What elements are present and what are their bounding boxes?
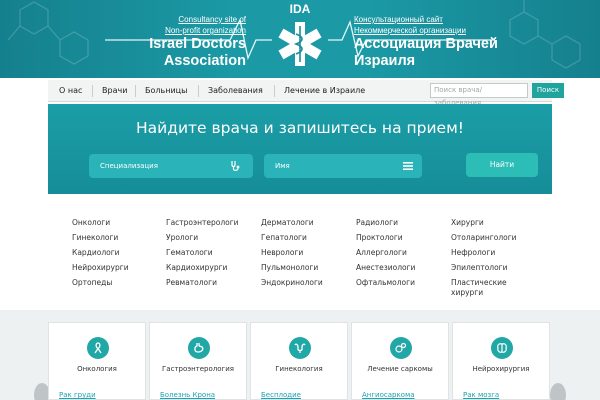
nav-item-doctors[interactable]: Врачи <box>102 80 127 102</box>
specialty-link[interactable]: Неврологи <box>261 248 303 258</box>
specialty-link[interactable]: Пластические <box>451 278 507 288</box>
nav-divider <box>135 85 136 97</box>
card-link[interactable]: Ангиосаркома <box>362 391 415 399</box>
english-subtitle-line2[interactable]: Non-profit organization <box>120 25 246 36</box>
specialty-link[interactable]: Аллергологи <box>356 248 407 258</box>
search-button[interactable]: Поиск <box>532 83 564 98</box>
specialization-placeholder: Специализация <box>100 162 158 170</box>
specialty-link[interactable]: Дерматологи <box>261 218 314 228</box>
nav-item-treatment-israel[interactable]: Лечение в Израиле <box>284 80 365 102</box>
specialty-link[interactable]: Радиологи <box>356 218 398 228</box>
nav-item-hospitals[interactable]: Больницы <box>145 80 187 102</box>
card-link[interactable]: Болезнь Крона <box>160 391 215 399</box>
card-title: Гинекология <box>275 365 323 373</box>
hero-title: Найдите врача и запишитесь на прием! <box>136 119 464 137</box>
specialty-link[interactable]: Кардиологи <box>72 248 120 258</box>
russian-subtitle-line1[interactable]: Консультационный сайт <box>354 14 554 25</box>
card-title: Онкология <box>77 365 117 373</box>
card-link[interactable]: Рак мозга <box>463 391 499 399</box>
list-icon <box>403 162 413 170</box>
stethoscope-icon <box>231 161 240 171</box>
russian-subtitle-line2[interactable]: Некоммерческой организации <box>354 25 554 36</box>
russian-org-block: Консультационный сайт Некоммерческой орг… <box>354 14 554 70</box>
name-select[interactable]: Имя <box>264 154 422 178</box>
stomach-icon <box>188 337 210 359</box>
specialties-list: Онкологи Гинекологи Кардиологи Нейрохиру… <box>48 194 552 310</box>
specialty-card-gastroenterology[interactable]: Гастроэнтерология Болезнь Крона <box>149 322 247 400</box>
specialty-link[interactable]: Нефрологи <box>451 248 495 258</box>
english-subtitle-line1[interactable]: Consultancy site of <box>120 14 246 25</box>
specialty-link[interactable]: Эндокринологи <box>261 278 323 288</box>
main-nav: О нас Врачи Больницы Заболевания Лечение… <box>48 80 564 107</box>
nav-divider <box>198 85 199 97</box>
ribbon-icon <box>87 337 109 359</box>
nav-item-diseases[interactable]: Заболевания <box>208 80 263 102</box>
card-title: Гастроэнтерология <box>162 365 234 373</box>
english-title-line2: Association <box>163 53 246 69</box>
specialty-link[interactable]: Кардиохирурги <box>166 263 227 273</box>
card-title: Лечение саркомы <box>367 365 433 373</box>
specialty-link[interactable]: Эпилептологи <box>451 263 507 273</box>
nav-item-about[interactable]: О нас <box>59 80 82 102</box>
specialty-link[interactable]: Анестезиологи <box>356 263 415 273</box>
card-link[interactable]: Рак груди <box>59 391 96 399</box>
specialty-link[interactable]: хирурги <box>451 288 483 298</box>
russian-title-line2: Израиля <box>354 53 416 69</box>
star-of-life-icon <box>278 22 322 66</box>
card-title: Нейрохирургия <box>472 365 530 373</box>
specialty-card-sarcoma[interactable]: Лечение саркомы Ангиосаркома <box>351 322 449 400</box>
english-org-block: Consultancy site of Non-profit organizat… <box>120 14 246 70</box>
doctor-search-hero: Найдите врача и запишитесь на прием! Спе… <box>48 104 552 194</box>
specialty-link[interactable]: Гинекологи <box>72 233 118 243</box>
search-input[interactable]: Поиск врача/заболевания <box>430 83 528 107</box>
nav-divider <box>92 85 93 97</box>
specialty-link[interactable]: Ортопеды <box>72 278 112 288</box>
english-title-line1: Israel Doctors <box>149 36 246 52</box>
specialty-link[interactable]: Нейрохирурги <box>72 263 129 273</box>
specialty-link[interactable]: Гематологи <box>166 248 213 258</box>
name-placeholder: Имя <box>275 162 290 170</box>
specialty-link[interactable]: Онкологи <box>72 218 110 228</box>
cells-icon <box>390 337 412 359</box>
specialty-link[interactable]: Отоларингологи <box>451 233 517 243</box>
specialty-link[interactable]: Ревматологи <box>166 278 217 288</box>
specialty-link[interactable]: Гепатологи <box>261 233 307 243</box>
specialty-link[interactable]: Проктологи <box>356 233 403 243</box>
card-link[interactable]: Бесплодие <box>261 391 301 399</box>
russian-title-line1: Ассоциация Врачей <box>354 36 498 52</box>
brain-icon <box>491 337 513 359</box>
specialty-link[interactable]: Гастроэнтерологи <box>166 218 239 228</box>
specialty-link[interactable]: Урологи <box>166 233 198 243</box>
specialty-link[interactable]: Офтальмологи <box>356 278 415 288</box>
specialty-card-oncology[interactable]: Онкология Рак груди <box>48 322 146 400</box>
site-logo[interactable]: IDA <box>277 2 323 74</box>
find-button[interactable]: Найти <box>466 153 538 177</box>
specialty-link[interactable]: Хирурги <box>451 218 484 228</box>
specialty-card-gynecology[interactable]: Гинекология Бесплодие <box>250 322 348 400</box>
specialty-link[interactable]: Пульмонологи <box>261 263 318 273</box>
specialization-select[interactable]: Специализация <box>89 154 253 178</box>
uterus-icon <box>289 337 311 359</box>
site-header: Consultancy site of Non-profit organizat… <box>0 0 600 78</box>
logo-text: IDA <box>289 2 311 16</box>
specialty-card-neurosurgery[interactable]: Нейрохирургия Рак мозга <box>452 322 550 400</box>
carousel-next-button[interactable] <box>550 383 566 400</box>
nav-divider <box>274 85 275 97</box>
